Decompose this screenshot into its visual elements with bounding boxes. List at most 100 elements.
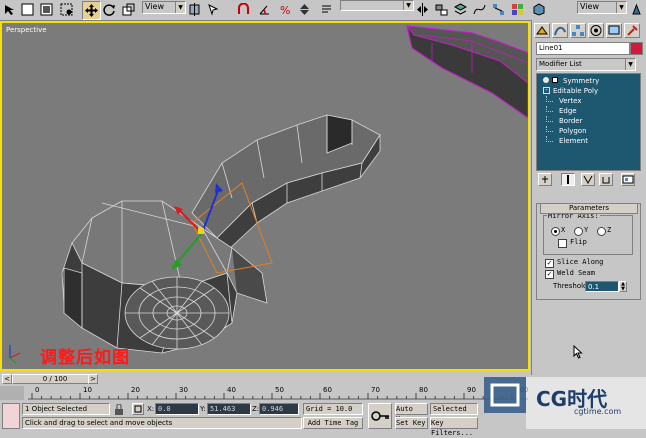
spinner-snap-icon[interactable] — [296, 1, 313, 18]
create-tab-icon[interactable] — [534, 23, 550, 38]
axis-y-radio[interactable] — [574, 227, 583, 236]
mirrored-object-fragment — [405, 25, 528, 119]
remove-modifier-icon[interactable] — [599, 173, 613, 186]
absolute-mode-icon[interactable] — [132, 403, 144, 415]
selection-set-dropdown[interactable]: Selected — [430, 403, 478, 415]
threshold-spinner[interactable]: ▲ ▼ — [619, 281, 627, 292]
cg-time-logo: CG时代 cgtime.com — [478, 377, 646, 429]
timeline-ticks: 0102030405060708090100 — [28, 386, 528, 400]
named-selection-icon[interactable] — [318, 1, 335, 18]
grid-size-field: Grid = 10.0 — [303, 403, 363, 415]
timeline-tick-label: 70 — [371, 386, 380, 394]
add-time-tag-button[interactable]: Add Time Tag — [303, 417, 363, 429]
snap-toggle-icon[interactable] — [235, 1, 252, 18]
time-slider[interactable]: < 0 / 100 > — [0, 373, 531, 385]
stack-item-border[interactable]: Border — [537, 116, 640, 126]
maxscript-listener[interactable] — [2, 403, 20, 429]
selection-region-icon[interactable] — [58, 1, 75, 18]
slice-along-label: Slice Along — [557, 258, 604, 266]
weld-seam-checkbox[interactable]: ✓ — [545, 270, 554, 279]
percent-snap-icon[interactable]: % — [277, 1, 294, 18]
layer-manager-icon[interactable] — [452, 1, 469, 18]
scale-icon[interactable] — [120, 1, 137, 18]
flip-checkbox[interactable] — [558, 239, 567, 248]
utilities-tab-icon[interactable] — [624, 23, 640, 38]
make-unique-icon[interactable] — [581, 173, 595, 186]
object-color-swatch[interactable] — [630, 42, 643, 55]
hierarchy-tab-icon[interactable] — [570, 23, 586, 38]
axis-z-radio[interactable] — [597, 227, 606, 236]
y-coordinate-input[interactable]: 51.463 — [207, 403, 251, 415]
select-object-icon[interactable] — [19, 1, 36, 18]
undo-icon[interactable] — [1, 1, 18, 18]
timeline-tick-label: 0 — [35, 386, 40, 394]
named-selection-dropdown[interactable]: ▼ — [340, 0, 414, 11]
modify-tab-icon[interactable] — [552, 23, 568, 38]
auto-key-button[interactable]: Auto Key — [395, 403, 428, 423]
bulb-icon[interactable] — [543, 77, 549, 83]
threshold-input[interactable]: 0.1 — [585, 281, 619, 292]
quick-render-icon[interactable] — [628, 1, 645, 18]
lock-icon[interactable] — [114, 403, 124, 418]
reference-coordinate-dropdown[interactable]: View ▼ — [142, 1, 186, 14]
timeline-tick-label: 90 — [467, 386, 476, 394]
z-coordinate-input[interactable]: 0.946 — [259, 403, 299, 415]
slice-along-checkbox[interactable]: ✓ — [545, 259, 554, 268]
perspective-viewport[interactable]: Perspective 调整后如图 — [0, 21, 530, 371]
stack-item-element[interactable]: Element — [537, 136, 640, 146]
select-and-move-icon[interactable] — [82, 1, 101, 20]
parameters-rollout: Mirror Axis: X Y Z Flip ✓ Slice Along ✓ … — [536, 203, 641, 300]
rotate-icon[interactable] — [101, 1, 118, 18]
timeline-tick-label: 20 — [131, 386, 140, 394]
pin-stack-icon[interactable] — [538, 173, 552, 186]
stack-item-polygon[interactable]: Polygon — [537, 126, 640, 136]
motion-tab-icon[interactable] — [588, 23, 604, 38]
modifier-list-dropdown[interactable]: Modifier List ▼ — [536, 58, 636, 71]
x-label: X: — [147, 405, 155, 413]
curve-editor-icon[interactable] — [471, 1, 488, 18]
key-mode-icon[interactable] — [368, 403, 392, 429]
key-filters-button[interactable]: Key Filters... — [430, 417, 478, 437]
display-tab-icon[interactable] — [606, 23, 622, 38]
material-editor-icon[interactable] — [509, 1, 526, 18]
y-label: Y: — [200, 405, 206, 413]
next-frame-button[interactable]: > — [88, 374, 98, 384]
time-slider-thumb[interactable]: 0 / 100 — [12, 374, 98, 384]
show-end-result-icon[interactable] — [561, 173, 575, 186]
schematic-view-icon[interactable] — [490, 1, 507, 18]
collapse-icon[interactable]: - — [543, 87, 550, 94]
mesh-model[interactable] — [2, 23, 528, 369]
track-bar-toggle[interactable] — [0, 386, 24, 400]
selection-status: 1 Object Selected — [22, 403, 110, 415]
timeline-tick-label: 40 — [227, 386, 236, 394]
stack-item-edge[interactable]: Edge — [537, 106, 640, 116]
render-type-dropdown[interactable]: View ▼ — [577, 1, 627, 14]
prompt-line: Click and drag to select and move object… — [22, 417, 302, 429]
set-key-button[interactable]: Set Key — [395, 417, 428, 429]
pivot-point-icon[interactable] — [186, 1, 203, 18]
object-name-field[interactable]: Line01 — [536, 42, 630, 55]
logo-url: cgtime.com — [574, 407, 622, 416]
expand-icon[interactable] — [552, 77, 558, 83]
render-scene-icon[interactable] — [530, 1, 547, 18]
mouse-cursor-icon — [573, 344, 583, 362]
stack-item-symmetry[interactable]: Symmetry — [537, 76, 640, 86]
timeline-tick-label: 80 — [419, 386, 428, 394]
configure-sets-icon[interactable] — [621, 173, 635, 186]
track-bar[interactable]: 0102030405060708090100 — [0, 386, 531, 400]
main-toolbar: View ▼ % ▼ View ▼ — [0, 0, 641, 21]
stack-item-vertex[interactable]: Vertex — [537, 96, 640, 106]
align-icon[interactable] — [433, 1, 450, 18]
axis-x-radio[interactable] — [551, 227, 560, 236]
x-coordinate-input[interactable]: 0.0 — [155, 403, 199, 415]
parameters-rollout-title[interactable]: Parameters — [540, 203, 638, 214]
modifier-stack[interactable]: Symmetry - Editable Poly Vertex Edge Bor… — [536, 73, 641, 171]
stack-item-editable-poly[interactable]: - Editable Poly — [537, 86, 640, 96]
select-by-name-icon[interactable] — [38, 1, 55, 18]
prev-frame-button[interactable]: < — [2, 374, 12, 384]
angle-snap-icon[interactable] — [256, 1, 273, 18]
annotation-caption: 调整后如图 — [40, 348, 130, 368]
weld-seam-label: Weld Seam — [557, 269, 595, 277]
select-and-manipulate-icon[interactable] — [205, 1, 222, 18]
mirror-icon[interactable] — [414, 1, 431, 18]
